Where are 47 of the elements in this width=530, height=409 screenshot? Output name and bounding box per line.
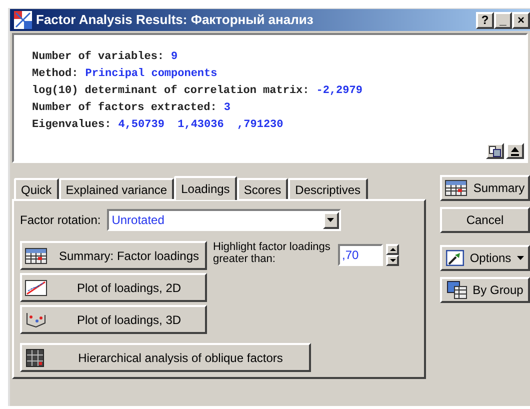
tab[interactable]: Explained variance [58, 178, 174, 199]
rotation-dropdown[interactable]: Unrotated [106, 209, 341, 231]
spin-buttons[interactable] [386, 244, 399, 266]
side-button[interactable]: Options [440, 245, 530, 271]
result-label: Number of variables: [32, 50, 164, 65]
3d-plot-icon [25, 312, 47, 328]
window-title: Factor Analysis Results: Факторный анализ [36, 11, 314, 30]
tab[interactable]: Loadings [174, 176, 237, 200]
result-value: 3 [224, 101, 230, 116]
title-bar-button[interactable]: × [512, 12, 530, 28]
copy-button[interactable] [486, 143, 504, 159]
result-label: Number of factors extracted: [32, 100, 217, 116]
grouped-table-icon [446, 281, 467, 299]
result-value: 4,50739 1,43036 ,791230 [118, 118, 284, 133]
result-value: -2,2979 [316, 84, 362, 99]
result-label: log(10) determinant of correlation matrix: [32, 84, 310, 99]
dropdown-arrow-icon [327, 218, 334, 222]
action-button[interactable]: Plot of loadings, 3D [20, 305, 207, 334]
tab[interactable]: Scores [236, 178, 288, 199]
action-button[interactable]: Summary: Factor loadings [20, 241, 207, 270]
grid-icon [26, 348, 44, 366]
result-value: Principal components [85, 67, 218, 82]
table-icon [445, 180, 468, 196]
app-logo-icon [14, 11, 32, 29]
title-bar-button[interactable]: ? [476, 12, 494, 28]
threshold-field[interactable]: ,70 [338, 244, 383, 266]
action-button[interactable]: Plot of loadings, 2D [20, 273, 207, 302]
highlight-label: Highlight factor loadings greater than: [213, 241, 332, 265]
side-button[interactable]: By Group [440, 277, 530, 303]
result-label: Method: [32, 67, 78, 82]
tab[interactable]: Descriptives [288, 178, 368, 199]
caret-icon [517, 256, 524, 260]
side-button[interactable]: Summary [440, 175, 530, 201]
up-arrow-icon [511, 146, 519, 156]
collapse-button[interactable] [506, 143, 524, 159]
title-bar-button[interactable]: _ [494, 12, 512, 28]
field-label: Factor rotation: [20, 212, 101, 229]
up-arrow-icon [390, 248, 396, 251]
result-value: 9 [171, 50, 178, 65]
line-plot-icon [25, 280, 47, 296]
action-button[interactable]: Hierarchical analysis of oblique factors [20, 343, 311, 372]
result-label: Eigenvalues: [32, 118, 112, 133]
side-button[interactable]: Cancel [440, 207, 530, 233]
down-arrow-icon [390, 259, 396, 262]
tab[interactable]: Quick [14, 178, 59, 199]
copy-icon [489, 146, 501, 156]
table-icon [25, 248, 47, 264]
